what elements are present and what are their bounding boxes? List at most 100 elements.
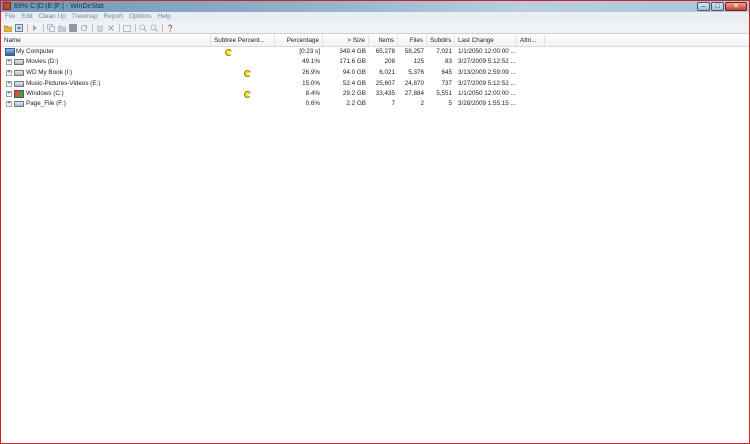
row-items: 65,278 xyxy=(375,48,395,55)
row-size: 2.2 GB xyxy=(346,100,366,107)
column-header-subtree-percent[interactable]: Subtree Percent... xyxy=(211,35,275,46)
row-subdirs: 645 xyxy=(441,69,452,76)
open-folder-icon[interactable] xyxy=(4,24,12,32)
table-row[interactable]: My Computer [0:23 s] 349.4 GB 65,278 58,… xyxy=(1,47,749,57)
list-header: Name Subtree Percent... Percentage > Siz… xyxy=(1,35,749,47)
row-subdirs: 5 xyxy=(448,100,452,107)
row-last-change: 3/28/2009 1:55:15 ... xyxy=(458,100,516,107)
expand-toggle[interactable]: + xyxy=(6,91,12,97)
menu-report[interactable]: Report xyxy=(101,12,127,22)
explorer-icon[interactable] xyxy=(58,24,66,32)
close-button[interactable]: ✕ xyxy=(725,2,747,11)
app-window: 69% C:|D:|E:|F:| - WinDirStat – □ ✕ File… xyxy=(0,0,750,444)
row-last-change: 1/1/2050 12:00:00 ... xyxy=(458,48,516,55)
zoom-in-icon[interactable] xyxy=(139,23,147,32)
pacman-progress-icon xyxy=(244,70,251,77)
table-row[interactable]: + Windows (C:) 8.4% 29.2 GB 33,435 27,88… xyxy=(1,89,749,99)
zoom-out-icon[interactable] xyxy=(150,23,158,32)
column-header-files[interactable]: Files xyxy=(398,35,427,46)
toolbar xyxy=(1,22,749,34)
row-subdirs: 7,021 xyxy=(436,48,452,55)
row-percentage: [0:23 s] xyxy=(299,48,320,55)
row-last-change: 3/13/2009 2:59:09 ... xyxy=(458,69,516,76)
row-subdirs: 83 xyxy=(444,58,452,65)
toolbar-separator xyxy=(162,23,163,32)
row-size: 29.2 GB xyxy=(342,90,366,97)
row-items: 6,021 xyxy=(379,69,395,76)
row-files: 2 xyxy=(420,100,424,107)
expand-toggle[interactable]: + xyxy=(6,81,12,87)
command-prompt-icon[interactable] xyxy=(69,23,77,32)
row-subdirs: 5,551 xyxy=(436,90,452,97)
row-size: 52.4 GB xyxy=(342,80,366,87)
row-last-change: 3/27/2009 5:12:52 ... xyxy=(458,58,516,65)
row-subdirs: 737 xyxy=(441,80,452,87)
row-items: 208 xyxy=(384,58,395,65)
toolbar-separator xyxy=(92,23,93,32)
help-icon[interactable] xyxy=(166,24,174,32)
toolbar-separator xyxy=(43,23,44,32)
row-size: 94.0 GB xyxy=(342,69,366,76)
row-name: Windows (C:) xyxy=(26,90,64,97)
row-name: WD My Book (I:) xyxy=(26,69,73,76)
row-name: My Computer xyxy=(16,48,54,55)
table-row[interactable]: + Movies (D:) 49.1% 171.6 GB 208 125 83 … xyxy=(1,57,749,67)
toolbar-separator xyxy=(135,23,136,32)
expand-toggle[interactable]: + xyxy=(6,101,12,107)
column-header-name[interactable]: Name xyxy=(1,35,211,46)
menu-treemap[interactable]: Treemap xyxy=(69,12,101,22)
column-header-last-change[interactable]: Last Change xyxy=(455,35,517,46)
row-percentage: 15.0% xyxy=(302,80,320,87)
row-percentage: 0.6% xyxy=(305,100,320,107)
column-header-attributes[interactable]: Attri... xyxy=(517,35,545,46)
row-size: 349.4 GB xyxy=(339,48,366,55)
row-files: 24,870 xyxy=(404,80,424,87)
menu-help[interactable]: Help xyxy=(155,12,174,22)
row-percentage: 26.9% xyxy=(302,69,320,76)
pacman-progress-icon xyxy=(225,49,232,56)
expand-toggle[interactable]: + xyxy=(6,59,12,65)
toolbar-separator xyxy=(119,23,120,32)
row-percentage: 8.4% xyxy=(305,90,320,97)
table-row[interactable]: + WD My Book (I:) 26.9% 94.0 GB 6,021 5,… xyxy=(1,68,749,78)
column-header-items[interactable]: Items xyxy=(369,35,398,46)
row-percentage: 49.1% xyxy=(302,58,320,65)
refresh-icon[interactable] xyxy=(15,23,23,32)
row-items: 25,607 xyxy=(375,80,395,87)
delete-icon[interactable] xyxy=(107,24,115,32)
row-name: Music-Pictures-Videos (E:) xyxy=(26,80,101,87)
row-files: 125 xyxy=(413,58,424,65)
windirstat-app-icon[interactable] xyxy=(3,2,11,10)
table-row[interactable]: + Page_File (F:) 0.6% 2.2 GB 7 2 5 3/28/… xyxy=(1,99,749,109)
title-bar[interactable]: 69% C:|D:|E:|F:| - WinDirStat – □ ✕ xyxy=(1,1,749,12)
play-icon[interactable] xyxy=(31,24,39,32)
column-header-percentage[interactable]: Percentage xyxy=(275,35,323,46)
row-items: 33,435 xyxy=(375,90,395,97)
row-files: 5,376 xyxy=(408,69,424,76)
row-files: 58,257 xyxy=(404,48,424,55)
menu-edit[interactable]: Edit xyxy=(18,12,35,22)
recycle-icon[interactable] xyxy=(96,24,104,32)
copy-path-icon[interactable] xyxy=(47,23,55,32)
row-last-change: 1/1/2050 12:00:00 ... xyxy=(458,90,516,97)
new-folder-icon[interactable] xyxy=(123,24,131,32)
row-size: 171.6 GB xyxy=(339,58,366,65)
row-name: Movies (D:) xyxy=(26,58,59,65)
refresh-selected-icon[interactable] xyxy=(80,24,88,32)
row-items: 7 xyxy=(391,100,395,107)
menu-file[interactable]: File xyxy=(1,12,18,22)
window-title: 69% C:|D:|E:|F:| - WinDirStat xyxy=(14,3,104,10)
directory-list[interactable]: Name Subtree Percent... Percentage > Siz… xyxy=(1,35,749,443)
toolbar-separator xyxy=(27,23,28,32)
menu-clean-up[interactable]: Clean Up xyxy=(36,12,69,22)
column-header-subdirs[interactable]: Subdirs xyxy=(427,35,455,46)
maximize-button[interactable]: □ xyxy=(711,2,724,11)
minimize-button[interactable]: – xyxy=(697,2,710,11)
column-header-size[interactable]: > Size xyxy=(323,35,369,46)
menu-bar: File Edit Clean Up Treemap Report Option… xyxy=(1,12,749,22)
table-row[interactable]: + Music-Pictures-Videos (E:) 15.0% 52.4 … xyxy=(1,79,749,89)
row-files: 27,884 xyxy=(404,90,424,97)
expand-toggle[interactable]: + xyxy=(6,70,12,76)
row-name: Page_File (F:) xyxy=(26,100,66,107)
menu-options[interactable]: Options xyxy=(126,12,154,22)
